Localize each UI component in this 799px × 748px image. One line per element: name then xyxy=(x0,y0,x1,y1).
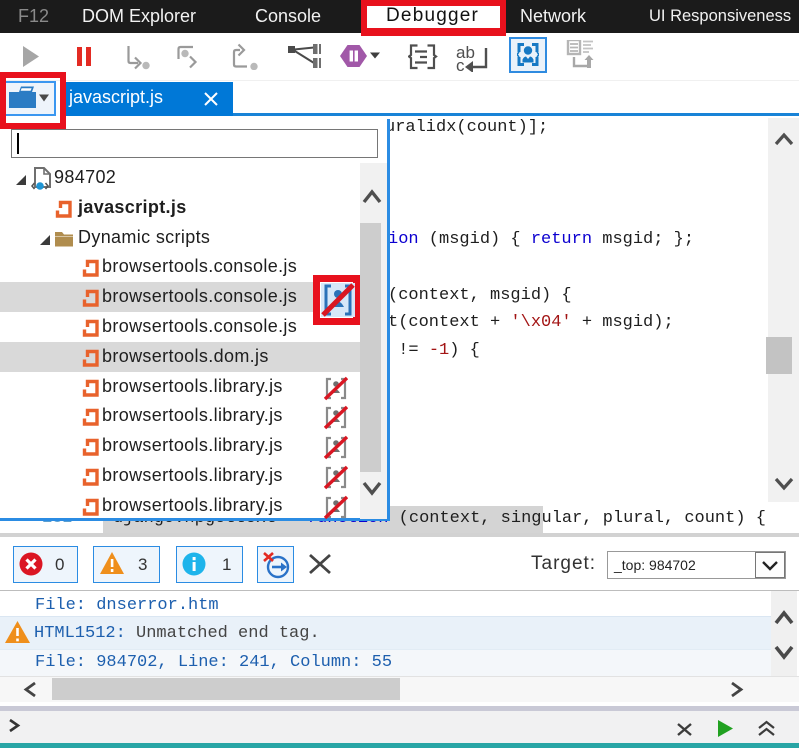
svg-text:c: c xyxy=(456,56,465,72)
